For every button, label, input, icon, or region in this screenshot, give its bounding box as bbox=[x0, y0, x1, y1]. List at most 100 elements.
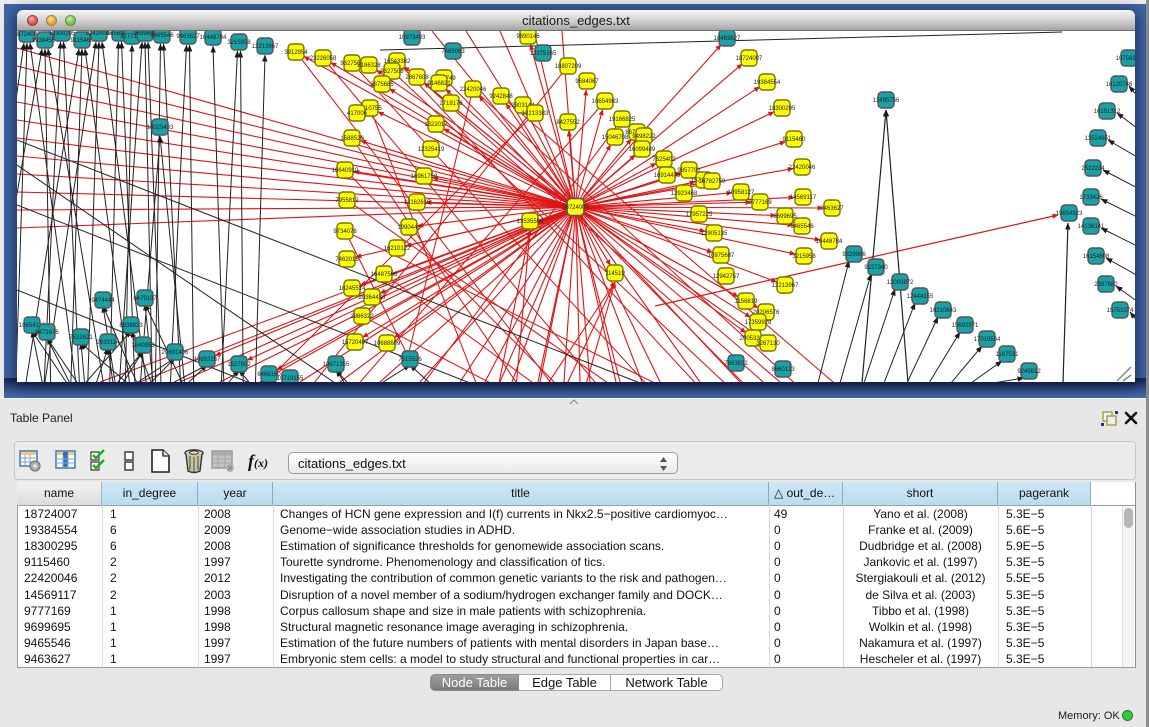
svg-text:1527602: 1527602 bbox=[227, 362, 251, 368]
svg-text:16961758: 16961758 bbox=[411, 174, 438, 180]
svg-text:10653267: 10653267 bbox=[194, 357, 221, 363]
svg-text:16154808: 16154808 bbox=[1083, 254, 1110, 260]
svg-text:20691406: 20691406 bbox=[162, 350, 189, 356]
svg-text:1990448: 1990448 bbox=[397, 225, 421, 231]
svg-text:22420046: 22420046 bbox=[460, 87, 487, 93]
svg-text:10654983: 10654983 bbox=[592, 99, 619, 105]
svg-text:3215958: 3215958 bbox=[227, 40, 251, 46]
svg-text:12213967: 12213967 bbox=[772, 283, 799, 289]
svg-text:8660123: 8660123 bbox=[771, 367, 795, 373]
svg-text:18724007: 18724007 bbox=[562, 205, 589, 211]
svg-text:15751074: 15751074 bbox=[1107, 308, 1134, 314]
svg-text:7485063: 7485063 bbox=[441, 49, 465, 55]
svg-text:9115460: 9115460 bbox=[783, 137, 807, 143]
svg-text:9227340: 9227340 bbox=[864, 265, 888, 271]
svg-text:13524851: 13524851 bbox=[1085, 136, 1112, 142]
svg-text:16210643: 16210643 bbox=[930, 308, 957, 314]
svg-text:3215958: 3215958 bbox=[792, 254, 816, 260]
svg-text:9465546: 9465546 bbox=[150, 33, 174, 39]
svg-text:10973493: 10973493 bbox=[399, 35, 426, 41]
svg-text:19166825: 19166825 bbox=[609, 117, 636, 123]
svg-text:9463627: 9463627 bbox=[176, 34, 200, 40]
svg-text:17010504: 17010504 bbox=[974, 337, 1001, 343]
svg-text:9734078: 9734078 bbox=[333, 229, 357, 235]
svg-text:12375165: 12375165 bbox=[530, 51, 557, 57]
svg-text:6479197: 6479197 bbox=[133, 296, 157, 302]
svg-text:1640953: 1640953 bbox=[131, 343, 155, 349]
svg-text:7955812: 7955812 bbox=[335, 198, 359, 204]
svg-text:20364436: 20364436 bbox=[359, 295, 386, 301]
svg-text:1156819: 1156819 bbox=[735, 299, 759, 305]
svg-text:7625402: 7625402 bbox=[652, 157, 676, 163]
svg-text:18463627: 18463627 bbox=[714, 36, 741, 42]
svg-text:16151312: 16151312 bbox=[1094, 109, 1121, 115]
svg-text:13535594: 13535594 bbox=[517, 219, 544, 225]
svg-text:9465546: 9465546 bbox=[790, 224, 814, 230]
svg-text:8938923: 8938923 bbox=[119, 323, 143, 329]
svg-text:9463627: 9463627 bbox=[820, 206, 844, 212]
svg-text:18724007: 18724007 bbox=[736, 56, 763, 62]
svg-text:19654923: 19654923 bbox=[1056, 211, 1083, 217]
svg-text:114519: 114519 bbox=[605, 271, 625, 277]
svg-text:3875685: 3875685 bbox=[370, 82, 394, 88]
svg-text:17359928: 17359928 bbox=[745, 320, 772, 326]
svg-text:12325419: 12325419 bbox=[418, 147, 445, 153]
svg-text:16782759: 16782759 bbox=[699, 179, 726, 185]
svg-text:12213383: 12213383 bbox=[522, 111, 549, 117]
svg-text:14569117: 14569117 bbox=[790, 195, 817, 201]
svg-text:14136141: 14136141 bbox=[1078, 224, 1105, 230]
svg-text:10025433: 10025433 bbox=[147, 125, 174, 131]
svg-text:12093872: 12093872 bbox=[887, 280, 914, 286]
svg-text:2867608: 2867608 bbox=[405, 75, 429, 81]
svg-text:9684067: 9684067 bbox=[575, 79, 599, 85]
svg-text:22420046: 22420046 bbox=[789, 165, 816, 171]
svg-text:1322017: 1322017 bbox=[424, 122, 448, 128]
svg-text:10756928: 10756928 bbox=[1116, 56, 1135, 62]
svg-text:16448784: 16448784 bbox=[816, 239, 843, 245]
svg-text:12905135: 12905135 bbox=[701, 231, 728, 237]
svg-text:16120746: 16120746 bbox=[1106, 82, 1133, 88]
svg-text:9327508: 9327508 bbox=[380, 69, 404, 75]
svg-text:16210122: 16210122 bbox=[384, 246, 411, 252]
svg-text:13495756: 13495756 bbox=[873, 98, 900, 104]
svg-text:8427552: 8427552 bbox=[556, 120, 580, 126]
svg-text:16448784: 16448784 bbox=[200, 35, 227, 41]
svg-text:2986322: 2986322 bbox=[350, 314, 374, 320]
svg-text:13162615: 13162615 bbox=[404, 200, 431, 206]
svg-text:12444155: 12444155 bbox=[907, 294, 934, 300]
svg-text:7462016: 7462016 bbox=[335, 257, 359, 263]
svg-text:17957225: 17957225 bbox=[686, 212, 713, 218]
svg-text:2933114: 2933114 bbox=[97, 340, 121, 346]
svg-text:7663822: 7663822 bbox=[724, 361, 748, 367]
svg-text:16487568: 16487568 bbox=[371, 272, 398, 278]
svg-text:417006: 417006 bbox=[347, 111, 368, 117]
svg-text:3912954: 3912954 bbox=[284, 50, 308, 56]
svg-text:1588520: 1588520 bbox=[340, 136, 364, 142]
svg-text:12923468: 12923468 bbox=[671, 191, 698, 197]
svg-text:15692971: 15692971 bbox=[952, 323, 979, 329]
svg-text:7515526: 7515526 bbox=[398, 357, 422, 363]
svg-text:18807209: 18807209 bbox=[555, 64, 582, 70]
svg-text:8471676: 8471676 bbox=[35, 330, 59, 336]
svg-text:1167531: 1167531 bbox=[996, 352, 1020, 358]
svg-text:9329966: 9329966 bbox=[842, 252, 866, 258]
svg-text:12942757: 12942757 bbox=[713, 274, 740, 280]
svg-text:9146821: 9146821 bbox=[427, 81, 451, 87]
svg-text:9245612: 9245612 bbox=[1017, 369, 1041, 375]
svg-text:10688609: 10688609 bbox=[374, 341, 401, 347]
svg-text:9890146: 9890146 bbox=[516, 34, 540, 40]
svg-text:15720407: 15720407 bbox=[342, 340, 369, 346]
svg-text:16099489: 16099489 bbox=[629, 147, 656, 153]
svg-text:12213967: 12213967 bbox=[252, 44, 279, 50]
svg-text:9699695: 9699695 bbox=[773, 214, 797, 220]
svg-text:18245514: 18245514 bbox=[339, 286, 366, 292]
svg-text:10719155: 10719155 bbox=[277, 376, 304, 382]
svg-text:2087682: 2087682 bbox=[1094, 282, 1118, 288]
svg-text:18300295: 18300295 bbox=[769, 106, 796, 112]
svg-text:9498222: 9498222 bbox=[632, 134, 656, 140]
svg-text:9115460: 9115460 bbox=[71, 38, 95, 44]
svg-text:15046708: 15046708 bbox=[602, 135, 629, 141]
svg-text:1733426: 1733426 bbox=[1079, 195, 1103, 201]
svg-text:7632621: 7632621 bbox=[69, 335, 93, 341]
svg-text:19384554: 19384554 bbox=[754, 80, 781, 86]
